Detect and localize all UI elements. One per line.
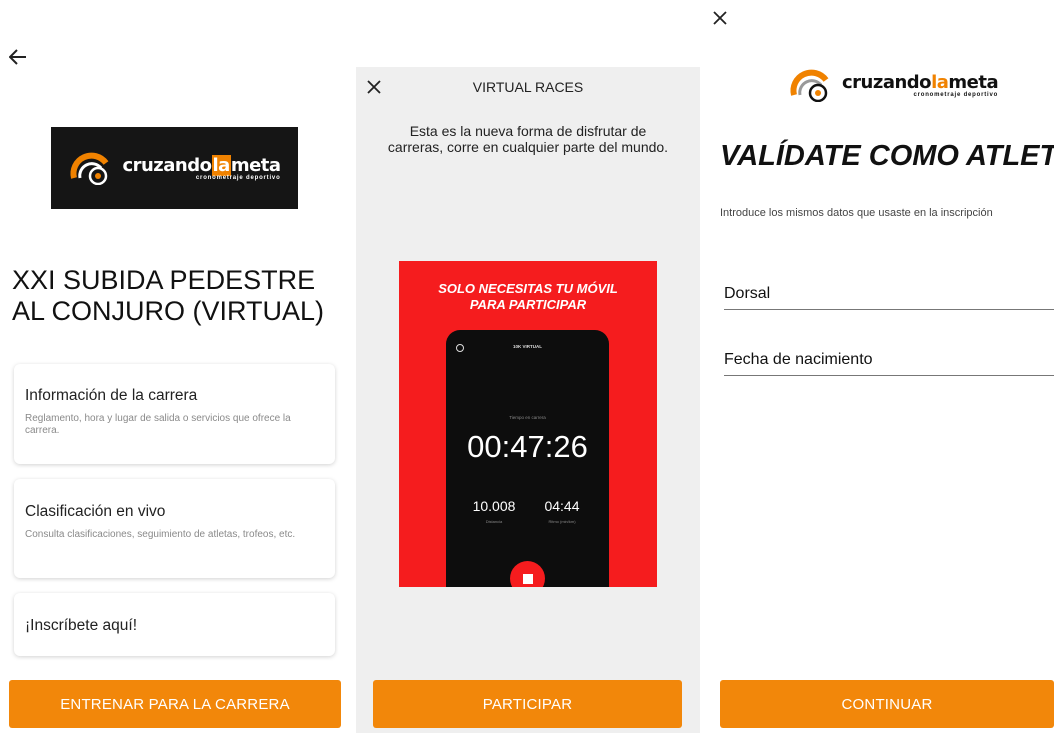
- brand-logo: cruzandolameta cronometraje deportivo: [51, 127, 298, 209]
- arrow-left-icon[interactable]: [6, 45, 30, 69]
- promo-headline: SOLO NECESITAS TU MÓVIL PARA PARTICIPAR: [438, 281, 618, 312]
- stopwatch-logo-icon: [70, 152, 109, 185]
- logo-wordmark: cruzandolameta: [122, 155, 281, 176]
- stopwatch-logo-icon: [790, 69, 829, 102]
- pace-label: Ritmo (min/km): [548, 519, 576, 524]
- intro-text: Esta es la nueva forma de disfrutar de c…: [387, 123, 669, 155]
- card-description: Reglamento, hora y lugar de salida o ser…: [25, 413, 291, 436]
- page-title: VALÍDATE COMO ATLETA: [720, 140, 1054, 172]
- register-card[interactable]: ¡Inscríbete aquí!: [14, 593, 335, 656]
- virtual-races-screen: VIRTUAL RACES Esta es la nueva forma de …: [356, 0, 700, 733]
- participate-button[interactable]: PARTICIPAR: [373, 680, 682, 728]
- athlete-validation-screen: cruzandolameta cronometraje deportivo VA…: [700, 0, 1054, 733]
- card-description: Consulta clasificaciones, seguimiento de…: [25, 529, 296, 540]
- card-title: Información de la carrera: [25, 387, 198, 404]
- close-icon[interactable]: [708, 6, 732, 30]
- distance-label: Distancia: [485, 519, 503, 524]
- card-title: ¡Inscríbete aquí!: [25, 617, 138, 634]
- screen-title: VIRTUAL RACES: [472, 79, 584, 95]
- phone-race-label: 10K VIRTUAL: [512, 344, 542, 349]
- race-detail-screen: cruzandolameta cronometraje deportivo XX…: [0, 0, 356, 733]
- live-ranking-card[interactable]: Clasificación en vivo Consulta clasifica…: [14, 479, 335, 578]
- race-info-card[interactable]: Información de la carrera Reglamento, ho…: [14, 364, 335, 464]
- brand-logo: cruzandolameta cronometraje deportivo: [788, 68, 999, 102]
- pace-value: 04:44: [544, 498, 580, 514]
- logo-tagline: cronometraje deportivo: [195, 175, 281, 181]
- train-for-race-button[interactable]: ENTRENAR PARA LA CARRERA: [9, 680, 341, 728]
- phone-mockup: 10K VIRTUAL Tiempo en carrera 00:47:26 1…: [446, 330, 609, 587]
- time-label: Tiempo en carrera: [509, 415, 546, 420]
- logo-tagline: cronometraje deportivo: [913, 92, 999, 98]
- stop-icon: [510, 561, 545, 587]
- intro-text: Introduce los mismos datos que usaste en…: [720, 207, 993, 219]
- promo-image: SOLO NECESITAS TU MÓVIL PARA PARTICIPAR …: [399, 261, 657, 587]
- card-title: Clasificación en vivo: [25, 503, 166, 520]
- continue-button[interactable]: CONTINUAR: [720, 680, 1054, 728]
- birthdate-field[interactable]: Fecha de nacimiento: [724, 351, 1054, 376]
- race-title: XXI SUBIDA PEDESTRE AL CONJURO (VIRTUAL): [12, 265, 325, 326]
- race-time: 00:47:26: [467, 429, 588, 464]
- distance-value: 10.008: [472, 498, 516, 514]
- dorsal-field[interactable]: Dorsal: [724, 285, 1054, 310]
- logo-wordmark: cruzandolameta: [842, 72, 999, 93]
